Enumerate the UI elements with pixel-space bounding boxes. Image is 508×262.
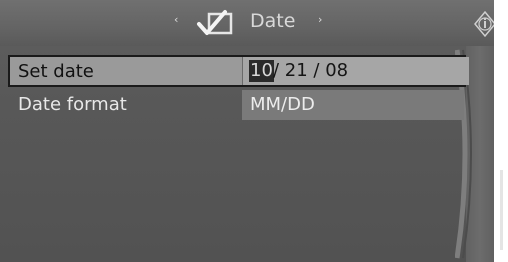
date-format-value-field[interactable]: MM/DD [242,90,464,120]
set-date-label: Set date [18,61,94,82]
date-format-value: MM/DD [250,94,315,115]
menu-item-set-date[interactable]: Set date 10 / 21 / 08 [8,55,469,87]
checkmark-box-icon [193,9,237,39]
page-title: Date [250,10,296,32]
date-day-year: / 21 / 08 [273,60,349,81]
header-bar: ‹ Date › [0,0,494,46]
info-icon[interactable] [473,10,494,38]
side-reference-mark [500,170,503,250]
nav-right-arrow[interactable]: › [318,13,322,26]
date-month-cursor[interactable]: 10 [249,60,274,82]
menu-item-date-format[interactable]: Date format MM/DD [8,90,466,120]
idrive-screen: ‹ Date › Set date 10 / 21 / 08 Date form… [0,0,494,262]
nav-left-arrow[interactable]: ‹ [174,13,178,26]
date-format-label: Date format [18,94,127,115]
date-value-field[interactable]: 10 / 21 / 08 [242,57,469,85]
